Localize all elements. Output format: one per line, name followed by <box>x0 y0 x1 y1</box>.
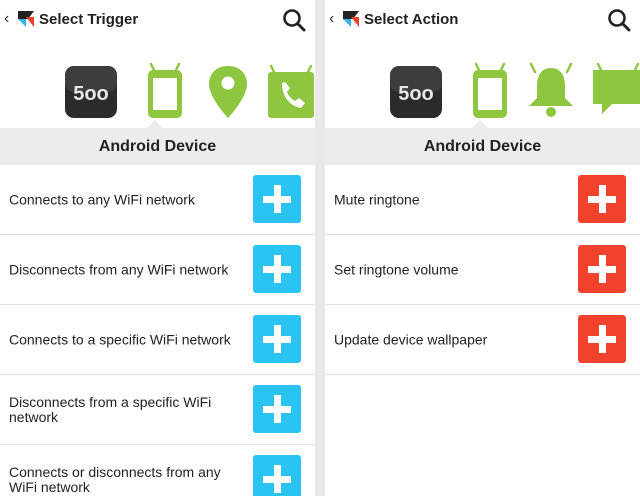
back-button[interactable]: ‹ <box>4 10 9 28</box>
search-icon[interactable] <box>606 7 632 33</box>
service-icons-strip: 5oo <box>0 42 315 128</box>
trigger-label: Disconnects from any WiFi network <box>9 261 229 277</box>
trigger-panel: ‹ Select Trigger 5oo Android Device Conn… <box>0 0 315 496</box>
add-trigger-button[interactable] <box>253 455 301 496</box>
ifttt-logo-icon <box>18 11 34 27</box>
trigger-label: Connects to any WiFi network <box>9 191 195 207</box>
action-label: Mute ringtone <box>334 191 420 207</box>
android-device-icon[interactable] <box>137 62 193 120</box>
ifttt-logo-icon <box>343 11 359 27</box>
android-device-icon[interactable] <box>462 62 518 120</box>
section-header: Android Device <box>0 128 315 165</box>
trigger-row[interactable]: Connects to any WiFi network <box>0 165 315 235</box>
page-title: Select Trigger <box>39 11 139 28</box>
location-pin-icon[interactable] <box>200 62 256 120</box>
brand-500-label: 5oo <box>73 83 109 105</box>
action-label: Set ringtone volume <box>334 261 459 277</box>
add-trigger-button[interactable] <box>253 175 301 223</box>
phone-call-icon[interactable] <box>263 62 315 120</box>
trigger-row[interactable]: Disconnects from a specific WiFi network <box>0 375 315 445</box>
sms-message-icon[interactable] <box>590 62 640 120</box>
add-trigger-button[interactable] <box>253 245 301 293</box>
add-action-button[interactable] <box>578 245 626 293</box>
trigger-header: ‹ Select Trigger <box>0 0 315 43</box>
back-button[interactable]: ‹ <box>329 10 334 28</box>
action-row[interactable]: Set ringtone volume <box>325 235 640 305</box>
trigger-label: Disconnects from a specific WiFi network <box>9 393 212 425</box>
trigger-label: Connects or disconnects from any WiFi ne… <box>9 463 221 495</box>
trigger-row[interactable]: Connects to a specific WiFi network <box>0 305 315 375</box>
search-icon[interactable] <box>281 7 307 33</box>
service-icons-strip: 5oo <box>325 42 640 128</box>
trigger-row[interactable]: Disconnects from any WiFi network <box>0 235 315 305</box>
action-header: ‹ Select Action <box>325 0 640 43</box>
action-label: Update device wallpaper <box>334 331 488 347</box>
500px-icon[interactable]: 5oo <box>63 62 119 120</box>
notification-bell-icon[interactable] <box>523 62 579 120</box>
500px-icon[interactable]: 5oo <box>388 62 444 120</box>
trigger-label: Connects to a specific WiFi network <box>9 331 231 347</box>
add-trigger-button[interactable] <box>253 385 301 433</box>
page-title: Select Action <box>364 11 459 28</box>
action-row[interactable]: Mute ringtone <box>325 165 640 235</box>
add-action-button[interactable] <box>578 175 626 223</box>
add-trigger-button[interactable] <box>253 315 301 363</box>
section-header: Android Device <box>325 128 640 165</box>
brand-500-label: 5oo <box>398 83 434 105</box>
trigger-row[interactable]: Connects or disconnects from any WiFi ne… <box>0 445 315 496</box>
add-action-button[interactable] <box>578 315 626 363</box>
action-panel: ‹ Select Action 5oo Android Device Mute … <box>325 0 640 496</box>
action-row[interactable]: Update device wallpaper <box>325 305 640 375</box>
